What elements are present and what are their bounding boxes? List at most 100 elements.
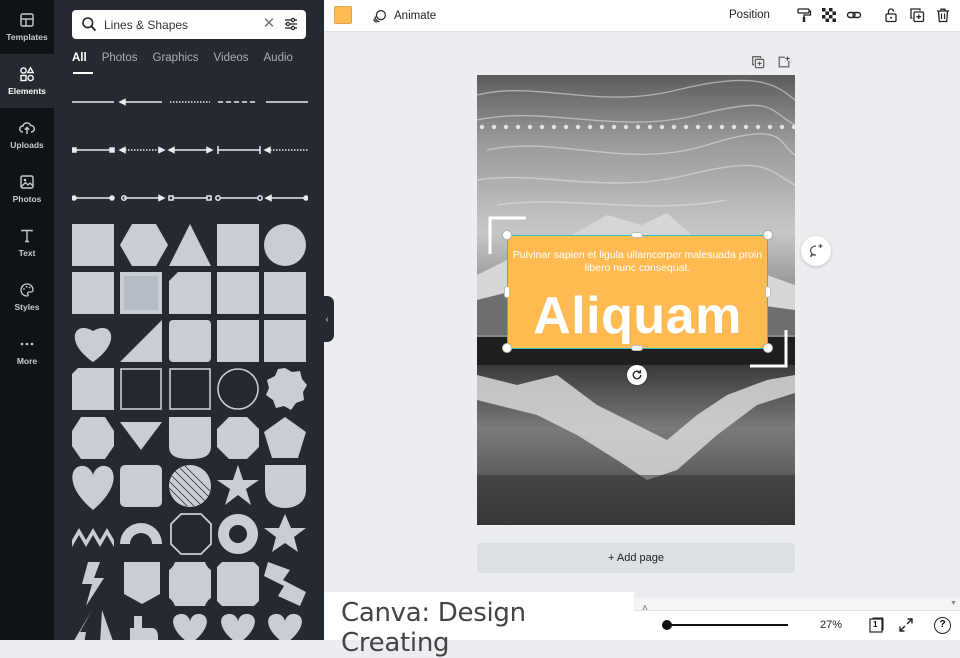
active-tab-indicator: [73, 72, 93, 74]
shape-hexagon[interactable]: [120, 224, 168, 266]
shape-star-2[interactable]: [264, 514, 306, 552]
shape-pentagon[interactable]: [264, 417, 306, 458]
paint-roller-icon[interactable]: [796, 7, 812, 23]
tab-videos[interactable]: Videos: [214, 52, 249, 70]
shape-arch[interactable]: [120, 523, 162, 544]
tab-all[interactable]: All: [72, 52, 87, 70]
shape-badge[interactable]: [266, 368, 307, 410]
chevron-up-icon[interactable]: ˄: [642, 603, 648, 614]
rail-item-elements[interactable]: Elements: [0, 54, 54, 108]
resize-handle-br[interactable]: [763, 343, 773, 353]
shape-shield[interactable]: [265, 465, 306, 508]
shape-circle[interactable]: [264, 224, 306, 266]
shape-heart[interactable]: [74, 328, 112, 362]
shape-triangle[interactable]: [169, 224, 211, 266]
shape-square-5[interactable]: [264, 272, 306, 314]
rail-item-text[interactable]: Text: [0, 216, 54, 270]
shape-triangle-down[interactable]: [120, 422, 162, 450]
fullscreen-icon[interactable]: [898, 617, 914, 633]
rail-item-templates[interactable]: Templates: [0, 0, 54, 54]
unlock-icon[interactable]: [883, 7, 899, 23]
shape-square[interactable]: [72, 224, 114, 266]
headline-text[interactable]: Aliquam: [508, 286, 767, 346]
shape-circle-outline[interactable]: [217, 368, 259, 410]
duplicate-page-icon[interactable]: [751, 55, 765, 69]
trash-icon[interactable]: [935, 7, 951, 23]
styles-icon: [20, 283, 34, 297]
shape-square-outline-2[interactable]: [169, 368, 211, 410]
more-icon: [20, 342, 34, 346]
tab-audio[interactable]: Audio: [264, 52, 293, 70]
clear-search-icon[interactable]: ✕: [261, 16, 277, 32]
link-icon[interactable]: [846, 7, 862, 23]
shape-zigzag[interactable]: [72, 528, 114, 547]
animate-label: Animate: [394, 10, 437, 22]
zoom-slider-knob[interactable]: [662, 620, 672, 630]
rail-item-uploads[interactable]: Uploads: [0, 108, 54, 162]
page-count-button[interactable]: 1: [867, 617, 885, 633]
shape-cut-corner[interactable]: [169, 272, 211, 314]
scroll-down-icon[interactable]: ▼: [950, 600, 957, 607]
shape-right-triangle[interactable]: [120, 320, 162, 362]
shape-octagon-outline[interactable]: [170, 513, 212, 555]
shape-square-3[interactable]: [72, 272, 114, 314]
resize-handle-right[interactable]: [765, 286, 771, 298]
shape-heart-3[interactable]: [173, 613, 207, 640]
resize-handle-bottom[interactable]: [631, 345, 643, 351]
rail-label-photos: Photos: [12, 194, 42, 204]
shape-shield-rect[interactable]: [169, 417, 211, 459]
shape-star[interactable]: [217, 465, 259, 505]
shape-ring[interactable]: [218, 514, 259, 554]
shape-cursor[interactable]: [72, 610, 114, 640]
text-icon: [21, 229, 33, 243]
resize-handle-bl[interactable]: [502, 343, 512, 353]
transparency-icon[interactable]: [821, 7, 837, 23]
add-page-icon[interactable]: [777, 55, 791, 69]
animate-button[interactable]: Animate: [372, 7, 436, 25]
position-button[interactable]: Position: [729, 9, 770, 21]
shape-wavy-frame[interactable]: [169, 562, 211, 606]
shape-lightning[interactable]: [82, 562, 104, 606]
search-input[interactable]: [104, 15, 254, 34]
duplicate-icon[interactable]: [909, 7, 925, 23]
shape-rounded-square[interactable]: [169, 320, 211, 362]
shape-lightning-2[interactable]: [264, 562, 306, 606]
tab-graphics[interactable]: Graphics: [153, 52, 199, 70]
shape-square-4[interactable]: [217, 272, 259, 314]
rail-item-photos[interactable]: Photos: [0, 162, 54, 216]
collapse-panel-button[interactable]: ‹: [320, 296, 334, 342]
shape-rounded-square-2[interactable]: [120, 465, 162, 507]
shape-pennant[interactable]: [124, 562, 160, 604]
help-icon[interactable]: ?: [934, 617, 951, 634]
body-text[interactable]: Pulvinar sapien et ligula ullamcorper ma…: [508, 249, 767, 275]
shape-square-6[interactable]: [217, 320, 259, 362]
shape-square-outline[interactable]: [120, 368, 162, 410]
shape-ticket[interactable]: [217, 562, 259, 606]
rotate-handle[interactable]: [627, 365, 647, 385]
shape-octagon-tall[interactable]: [72, 417, 114, 459]
resize-handle-tl[interactable]: [502, 230, 512, 240]
animate-icon: [373, 9, 387, 23]
add-page-button[interactable]: + Add page: [477, 543, 795, 573]
add-comment-button[interactable]: [801, 236, 831, 266]
tab-photos[interactable]: Photos: [102, 52, 138, 70]
shape-square-7[interactable]: [264, 320, 306, 362]
search-box[interactable]: ✕: [72, 10, 306, 39]
zoom-slider[interactable]: [668, 624, 788, 626]
orange-text-box[interactable]: Pulvinar sapien et ligula ullamcorper ma…: [508, 236, 767, 348]
color-swatch[interactable]: [334, 6, 352, 24]
rail-item-more[interactable]: More: [0, 324, 54, 378]
resize-handle-top[interactable]: [631, 232, 643, 238]
shape-heart-2[interactable]: [72, 465, 114, 510]
shape-notched-square[interactable]: [72, 368, 114, 410]
rail-item-styles[interactable]: Styles: [0, 270, 54, 324]
shape-square-2[interactable]: [217, 224, 259, 266]
shape-hand[interactable]: [130, 616, 158, 640]
zoom-level[interactable]: 27%: [820, 619, 842, 631]
shape-heart-4[interactable]: [221, 613, 255, 640]
shape-heart-5[interactable]: [268, 613, 302, 640]
shape-octagon[interactable]: [217, 417, 259, 459]
resize-handle-tr[interactable]: [763, 230, 773, 240]
filter-icon[interactable]: [283, 16, 299, 32]
resize-handle-left[interactable]: [504, 286, 510, 298]
